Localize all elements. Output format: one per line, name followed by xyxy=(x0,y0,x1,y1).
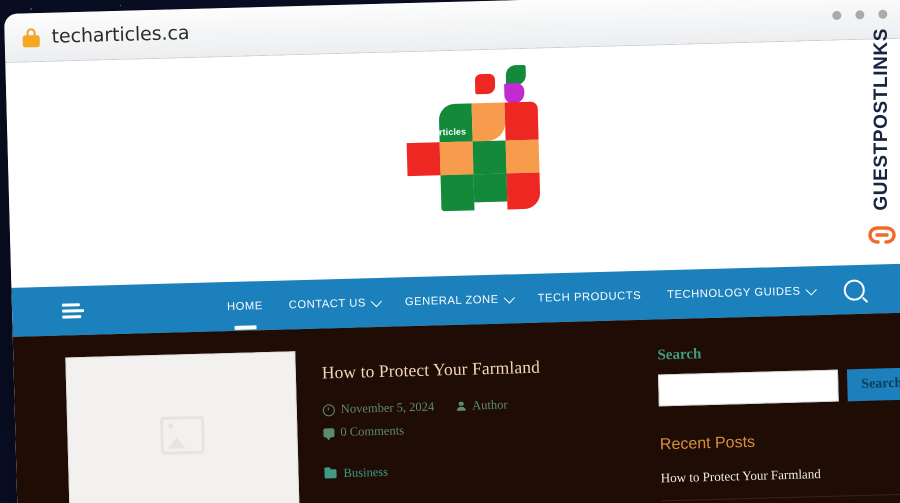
sidebar-search-row: Search xyxy=(657,367,900,407)
post-category[interactable]: Business xyxy=(324,458,628,481)
chevron-down-icon xyxy=(503,291,515,304)
post-category-row: Business xyxy=(324,458,628,481)
search-input[interactable] xyxy=(657,369,839,407)
watermark-text: GUESTPOSTLINKS xyxy=(871,28,892,211)
content-area: How to Protect Your Farmland November 5,… xyxy=(12,312,900,503)
nav-items: HOME CONTACT US GENERAL ZONE TECH PRODUC… xyxy=(227,281,817,317)
nav-item-contact-us[interactable]: CONTACT US xyxy=(288,292,382,314)
chevron-down-icon xyxy=(370,295,382,307)
sidebar-recent-heading: Recent Posts xyxy=(659,433,756,454)
nav-label: TECH PRODUCTS xyxy=(537,289,642,305)
nav-label: TECHNOLOGY GUIDES xyxy=(666,285,801,301)
user-icon xyxy=(456,401,466,411)
sidebar: Search Search Recent Posts How to Protec… xyxy=(657,334,900,503)
nav-item-technology-guides[interactable]: TECHNOLOGY GUIDES xyxy=(666,281,817,305)
url-text[interactable]: techarticles.ca xyxy=(51,22,189,48)
nav-label: CONTACT US xyxy=(288,296,367,311)
sidebar-search-heading: Search xyxy=(657,346,702,364)
post-date-text: November 5, 2024 xyxy=(340,399,435,417)
search-button[interactable]: Search xyxy=(846,367,900,402)
post-title[interactable]: How to Protect Your Farmland xyxy=(322,354,626,383)
nav-item-home[interactable]: HOME xyxy=(227,296,263,317)
minimize-dot[interactable] xyxy=(832,10,842,21)
logo-articles-label: Articles xyxy=(432,126,467,138)
post-details: How to Protect Your Farmland November 5,… xyxy=(321,342,631,503)
post-meta: November 5, 2024 Author xyxy=(322,394,627,418)
post-comments-text: 0 Comments xyxy=(340,423,405,440)
chain-link-icon xyxy=(867,217,897,248)
post-category-text: Business xyxy=(343,464,389,480)
search-icon[interactable] xyxy=(843,278,866,301)
chevron-down-icon xyxy=(805,283,817,296)
post-author[interactable]: Author xyxy=(456,398,508,414)
site-logo[interactable]: TECH Articles xyxy=(390,59,544,223)
guestpostlinks-watermark: GUESTPOSTLINKS xyxy=(867,28,897,248)
window-controls[interactable] xyxy=(832,9,888,21)
padlock-icon xyxy=(22,27,40,48)
close-dot[interactable] xyxy=(878,9,888,19)
image-placeholder-icon xyxy=(159,415,205,455)
web-page: TECH Articles HOME CONTACT US GENERAL ZO… xyxy=(5,38,900,503)
post-author-text: Author xyxy=(471,397,508,413)
nav-label: GENERAL ZONE xyxy=(404,293,499,308)
clock-icon xyxy=(322,403,335,417)
post-comments[interactable]: 0 Comments xyxy=(323,417,627,440)
logo-tech-label: TECH xyxy=(399,128,424,140)
browser-window: techarticles.ca TECH Articles HOME CONTA… xyxy=(4,0,900,503)
post-listing: How to Protect Your Farmland November 5,… xyxy=(65,342,631,503)
desktop-backdrop: techarticles.ca TECH Articles HOME CONTA… xyxy=(0,0,900,503)
nav-item-general-zone[interactable]: GENERAL ZONE xyxy=(404,289,515,312)
post-date: November 5, 2024 xyxy=(322,399,435,418)
maximize-dot[interactable] xyxy=(855,10,865,20)
post-thumbnail[interactable] xyxy=(65,351,300,503)
nav-item-tech-products[interactable]: TECH PRODUCTS xyxy=(537,285,642,308)
nav-label: HOME xyxy=(226,299,263,313)
folder-icon xyxy=(324,469,337,479)
comment-icon xyxy=(323,428,335,438)
recent-post-item[interactable]: How to Protect Your Farmland xyxy=(660,463,900,502)
hamburger-icon[interactable] xyxy=(61,300,85,322)
site-header: TECH Articles xyxy=(5,39,900,288)
